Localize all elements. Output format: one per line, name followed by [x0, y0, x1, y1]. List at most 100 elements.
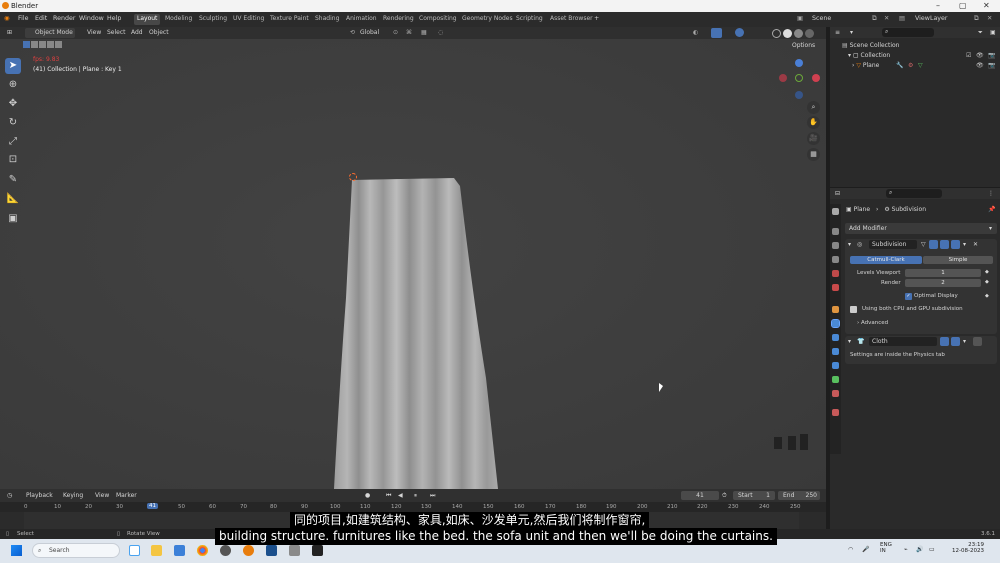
- pivot-icon[interactable]: ⊙: [393, 29, 398, 36]
- texture-tab-icon[interactable]: [832, 409, 839, 416]
- wireframe-shading-icon[interactable]: [772, 29, 781, 38]
- taskbar-clock[interactable]: 23:19 12-08-2023: [944, 542, 984, 554]
- proportional-edit-icon[interactable]: ◌: [438, 29, 443, 36]
- advanced-subpanel[interactable]: › Advanced: [857, 320, 888, 326]
- current-frame-field[interactable]: 41: [681, 491, 719, 500]
- cloth-render-icon[interactable]: [951, 337, 960, 346]
- properties-search-input[interactable]: ⌕: [886, 189, 942, 198]
- select-subtract-icon[interactable]: [39, 41, 46, 48]
- jump-start-icon[interactable]: ⏮: [386, 492, 391, 500]
- mode-select[interactable]: Object Mode: [25, 28, 75, 38]
- scene-name[interactable]: Scene: [812, 15, 831, 22]
- timeline-editor-icon[interactable]: ◷: [7, 492, 12, 499]
- visibility-icon[interactable]: ◐: [693, 29, 698, 36]
- tab-uv-editing[interactable]: UV Editing: [230, 14, 267, 25]
- tab-scripting[interactable]: Scripting: [513, 14, 546, 25]
- scale-tool-icon[interactable]: ⤢: [5, 134, 21, 150]
- file-explorer-icon[interactable]: [151, 545, 162, 556]
- cursor-tool-icon[interactable]: ⊕: [5, 77, 21, 93]
- subdivision-render-icon[interactable]: [951, 240, 960, 249]
- chrome-icon[interactable]: [197, 545, 208, 556]
- menu-object[interactable]: Object: [149, 29, 169, 36]
- tab-rendering[interactable]: Rendering: [380, 14, 417, 25]
- cloth-dropdown-icon[interactable]: ▾: [963, 338, 966, 345]
- menu-keying[interactable]: Keying: [63, 492, 83, 499]
- collection-checkbox-icon[interactable]: ☑: [966, 52, 971, 59]
- subdivision-name-field[interactable]: Subdivision: [869, 240, 917, 249]
- playhead-frame[interactable]: 41: [147, 503, 158, 509]
- outliner-plane[interactable]: › ▽ Plane 🔧 ⚙ ▽ 👁 📷: [852, 62, 998, 69]
- levels-viewport-field[interactable]: 1: [905, 269, 981, 277]
- menu-add[interactable]: Add: [131, 29, 143, 36]
- properties-editor-icon[interactable]: ⊟: [835, 190, 840, 197]
- measure-tool-icon[interactable]: 📐: [5, 191, 21, 207]
- app-icon[interactable]: [220, 545, 231, 556]
- scene-copy-icon[interactable]: ⧉: [872, 15, 877, 23]
- photoshop-icon[interactable]: [266, 545, 277, 556]
- subdivision-collapse-icon[interactable]: ▾: [848, 241, 851, 248]
- outliner-scene-collection[interactable]: ▤ Scene Collection: [842, 42, 899, 49]
- taskbar-search-input[interactable]: ⌕ Search: [32, 543, 120, 558]
- subdivision-remove-icon[interactable]: ✕: [973, 241, 978, 248]
- windows-start-icon[interactable]: [11, 545, 22, 556]
- levels-viewport-keyframe-icon[interactable]: ◆: [985, 269, 989, 275]
- volume-icon[interactable]: 🔊: [916, 546, 923, 553]
- editor-type-icon[interactable]: ⊞: [7, 29, 12, 36]
- gizmo-z-axis[interactable]: [795, 59, 803, 67]
- menu-timeline-view[interactable]: View: [95, 492, 109, 499]
- gizmo-y-axis[interactable]: [795, 74, 803, 82]
- network-icon[interactable]: ⌁: [904, 546, 908, 553]
- close-icon[interactable]: ✕: [983, 1, 990, 10]
- plane-camera-icon[interactable]: 📷: [988, 62, 995, 69]
- record-icon[interactable]: ●: [365, 492, 370, 499]
- rotate-tool-icon[interactable]: ↻: [5, 115, 21, 131]
- subdivision-viewport-icon[interactable]: [940, 240, 949, 249]
- render-tab-icon[interactable]: [832, 228, 839, 235]
- tab-sculpting[interactable]: Sculpting: [196, 14, 230, 25]
- annotate-tool-icon[interactable]: ✎: [5, 172, 21, 188]
- solid-shading-icon[interactable]: [783, 29, 792, 38]
- battery-icon[interactable]: ▭: [929, 546, 935, 553]
- pin-icon[interactable]: 📌: [988, 206, 995, 213]
- camera-view-icon[interactable]: 🎥: [807, 132, 820, 145]
- tool-tab-icon[interactable]: [832, 208, 839, 215]
- select-intersect-icon[interactable]: [55, 41, 62, 48]
- outliner-editor-icon[interactable]: ≡: [835, 29, 840, 36]
- snap-grid-icon[interactable]: ▦: [421, 29, 427, 36]
- select-new-icon[interactable]: [23, 41, 30, 48]
- menu-window[interactable]: Window: [79, 15, 104, 22]
- tab-animation[interactable]: Animation: [343, 14, 380, 25]
- view-layer-icon[interactable]: ▤: [899, 15, 905, 22]
- options-menu[interactable]: Options: [792, 42, 815, 49]
- tab-texture-paint[interactable]: Texture Paint: [267, 14, 312, 25]
- bing-icon[interactable]: [129, 545, 140, 556]
- physics-tab-icon[interactable]: [832, 348, 839, 355]
- play-reverse-icon[interactable]: ◀: [398, 492, 403, 499]
- cloth-collapse-icon[interactable]: ▾: [848, 338, 851, 345]
- blender-taskbar-icon[interactable]: [243, 545, 254, 556]
- outliner-filter-icon[interactable]: ▾: [850, 29, 853, 36]
- blender-menu-icon[interactable]: ◉: [4, 15, 10, 22]
- render-levels-field[interactable]: 2: [905, 279, 981, 287]
- settings-app-icon[interactable]: [289, 545, 300, 556]
- cloth-name-field[interactable]: Cloth: [869, 337, 937, 346]
- language-indicator[interactable]: ENG IN: [880, 542, 892, 554]
- subdivision-editmode-icon[interactable]: ▽: [921, 241, 926, 248]
- end-frame-field[interactable]: End 250: [778, 491, 820, 500]
- menu-select[interactable]: Select: [107, 29, 126, 36]
- timeline-ruler[interactable]: 0 10 20 30 41 50 60 70 80 90 100 110 120…: [0, 502, 826, 512]
- select-invert-icon[interactable]: [47, 41, 54, 48]
- scene-tab-icon[interactable]: [832, 270, 839, 277]
- gizmo-x-axis[interactable]: [812, 74, 820, 82]
- view-layer-delete-icon[interactable]: ✕: [987, 15, 992, 22]
- select-tool-icon[interactable]: ➤: [5, 58, 21, 74]
- pause-icon[interactable]: ⏸: [414, 492, 417, 500]
- tab-asset-browser[interactable]: Asset Browser: [547, 14, 596, 25]
- tab-shading[interactable]: Shading: [312, 14, 342, 25]
- outliner-funnel-icon[interactable]: ⏷: [978, 29, 983, 37]
- world-tab-icon[interactable]: [832, 284, 839, 291]
- scene-icon[interactable]: ▣: [797, 15, 803, 22]
- scene-delete-icon[interactable]: ✕: [884, 15, 889, 22]
- add-modifier-button[interactable]: Add Modifier ▾: [845, 223, 997, 234]
- zoom-icon[interactable]: ⌕: [807, 101, 820, 114]
